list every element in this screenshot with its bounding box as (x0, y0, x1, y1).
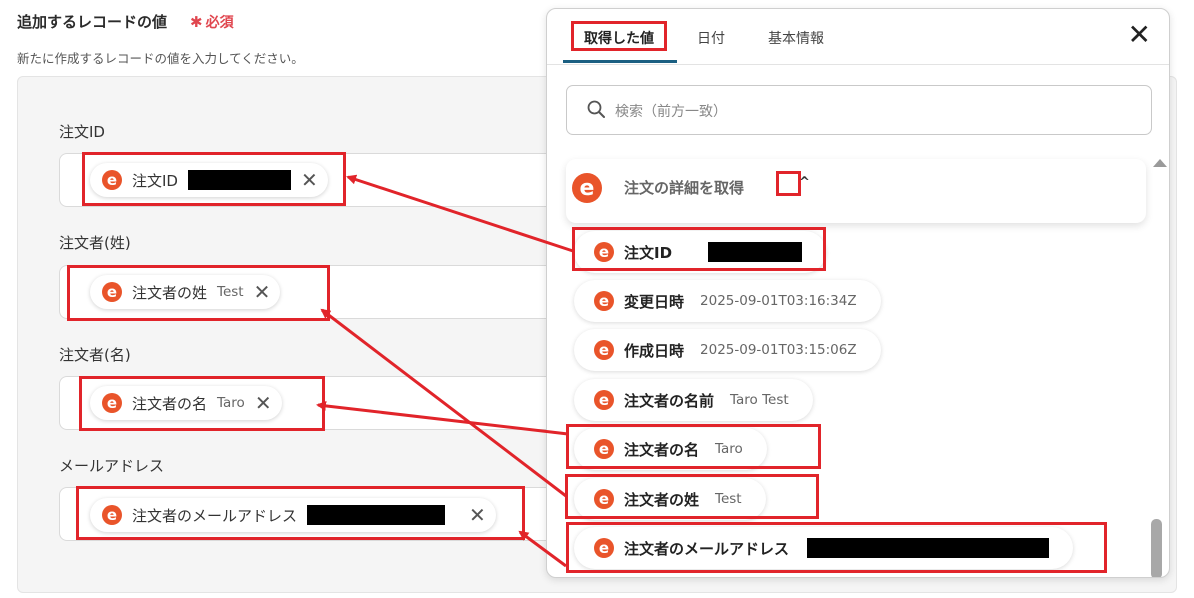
annotation-arrows (316, 174, 574, 568)
arrow (346, 174, 574, 253)
arrow (518, 530, 567, 568)
arrow (320, 308, 567, 498)
arrow (316, 400, 569, 436)
